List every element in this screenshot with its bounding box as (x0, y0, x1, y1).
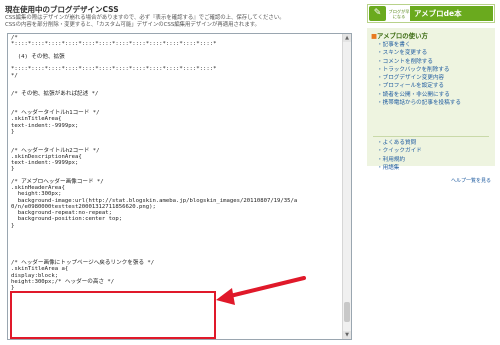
ameblo-book-banner[interactable]: ✎ ブログが早になる アメブロde本 (367, 4, 495, 23)
note-line: CSSの内容を部分削除・変更すると、「カスタム可能」デザインのCSS編集用デザイ… (5, 22, 260, 29)
scroll-thumb[interactable] (344, 302, 350, 322)
page-heading: 現在使用中のブログデザインCSS (5, 5, 119, 14)
help-panel: ■アメブロの使い方 記事を書く スキンを変更する コメントを削除する トラックバ… (367, 28, 495, 184)
sidebar: ✎ ブログが早になる アメブロde本 ■アメブロの使い方 記事を書く スキンを変… (362, 0, 500, 345)
help-link-skin[interactable]: スキンを変更する (377, 49, 461, 57)
help-list-link[interactable]: ヘルプ一覧を見る (451, 177, 491, 184)
help-link-mobile[interactable]: 携帯電話からの記事を投稿する (377, 99, 461, 107)
panel-title: ■アメブロの使い方 (371, 31, 428, 40)
support-links: よくある質問 クイックガイド 利用規約 用語集 (377, 139, 422, 172)
help-link-design[interactable]: ブログデザイン変更内容 (377, 74, 461, 82)
editor-scrollbar[interactable]: ▲ ▼ (342, 34, 351, 339)
notes: CSS編集の際はデザインが崩れる場合がありますので、必ず『表示を確認する』でご確… (5, 15, 357, 30)
help-link-comment[interactable]: コメントを削除する (377, 58, 461, 66)
main-content: 現在使用中のブログデザインCSS CSS編集の際はデザインが崩れる場合があります… (0, 0, 362, 345)
pen-icon: ✎ (369, 6, 386, 21)
help-links: 記事を書く スキンを変更する コメントを削除する トラックバックを削除する ブロ… (377, 41, 461, 107)
help-link-profile[interactable]: プロフィールを設定する (377, 82, 461, 90)
support-link-glossary[interactable]: 用語集 (377, 164, 422, 172)
help-link-readers[interactable]: 読者を公開・非公開にする (377, 91, 461, 99)
support-link-terms[interactable]: 利用規約 (377, 156, 422, 164)
annotation-arrow-icon (216, 276, 306, 305)
logo-text: アメブロde本 (410, 6, 493, 21)
scroll-down-arrow-icon[interactable]: ▼ (343, 331, 351, 339)
help-link-write[interactable]: 記事を書く (377, 41, 461, 49)
support-link-faq[interactable]: よくある質問 (377, 139, 422, 147)
logo-tagline: ブログが早になる (388, 8, 410, 19)
help-link-trackback[interactable]: トラックバックを削除する (377, 66, 461, 74)
annotation-highlight-box (10, 291, 216, 339)
css-code[interactable]: /* *::::*::::*::::*::::*::::*::::*::::*:… (11, 35, 341, 291)
scroll-up-arrow-icon[interactable]: ▲ (343, 34, 351, 42)
support-link-guide[interactable]: クイックガイド (377, 147, 422, 155)
panel-title-text: アメブロの使い方 (377, 32, 428, 40)
divider (373, 136, 489, 137)
